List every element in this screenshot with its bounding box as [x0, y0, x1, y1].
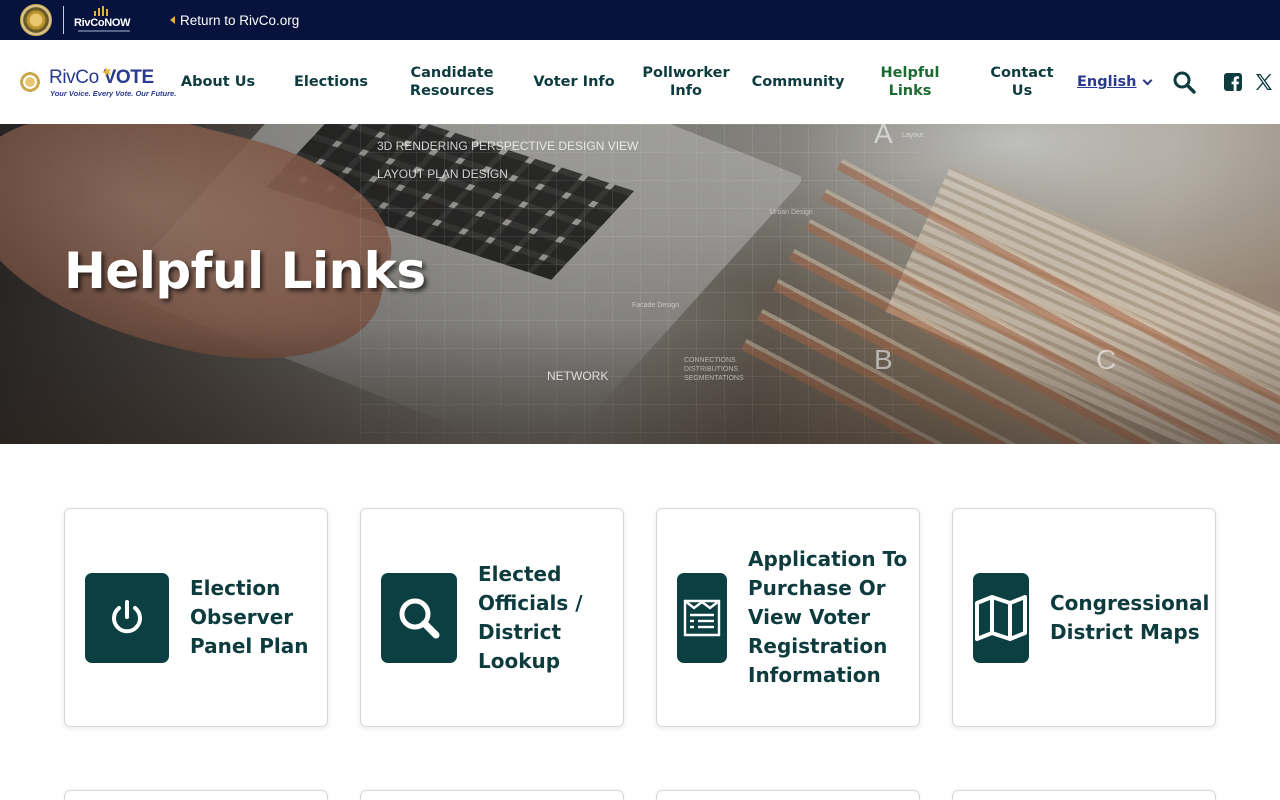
- hero-bottom-shade: [0, 324, 1280, 444]
- x-twitter-icon[interactable]: [1255, 73, 1273, 91]
- search-icon: [399, 598, 440, 639]
- rivconow-logo[interactable]: RivCoNOW: [74, 6, 132, 34]
- vote-seal-icon: [18, 70, 42, 94]
- rivco-vote-logo[interactable]: RivCo VOTE ★ Your Voice. Every Vote. Our…: [18, 62, 177, 100]
- card-icon-box: [677, 573, 727, 663]
- nav-elections[interactable]: Elections: [288, 40, 374, 124]
- facebook-icon[interactable]: [1224, 73, 1242, 91]
- card-row2-4[interactable]: [952, 790, 1216, 800]
- language-label: English: [1077, 74, 1137, 90]
- return-to-rivco-link[interactable]: Return to RivCo.org: [170, 11, 299, 29]
- hero-overlay-distributions: DISTRIBUTIONS: [684, 366, 739, 373]
- card-label: Application To Purchase Or View Voter Re…: [748, 547, 908, 687]
- card-icon-box: [973, 573, 1029, 663]
- hero-overlay-letter-b: B: [874, 344, 893, 375]
- hero-banner: 3D RENDERING PERSPECTIVE DESIGN VIEW LAY…: [0, 124, 1280, 444]
- card-row2-2[interactable]: [360, 790, 624, 800]
- county-seal-logo[interactable]: [20, 4, 52, 36]
- top-utility-bar: RivCoNOW Return to RivCo.org: [0, 0, 1280, 40]
- return-link-label: Return to RivCo.org: [180, 12, 300, 28]
- nav-pollworker-info[interactable]: Pollworker Info: [638, 40, 734, 124]
- caret-left-icon: [170, 16, 175, 24]
- nav-voter-info[interactable]: Voter Info: [530, 40, 618, 124]
- hero-overlay-network: NETWORK: [547, 369, 609, 383]
- rivconow-logo-underline: [78, 30, 130, 32]
- topbar-divider: [63, 6, 64, 34]
- nav-about-us[interactable]: About Us: [176, 40, 260, 124]
- hero-overlay-letter-a: A: [874, 124, 893, 149]
- card-label: Congressional District Maps: [1050, 591, 1210, 644]
- map-icon: [975, 595, 1027, 641]
- brand-rivco: RivCo: [49, 67, 99, 88]
- card-row2-1[interactable]: [64, 790, 328, 800]
- nav-contact-us[interactable]: Contact Us: [984, 40, 1060, 124]
- power-icon: [112, 600, 142, 634]
- page-title: Helpful Links: [64, 242, 426, 300]
- search-icon[interactable]: [1172, 70, 1196, 94]
- hero-overlay-layout-plan: LAYOUT PLAN DESIGN: [377, 167, 508, 181]
- receipt-icon: [683, 599, 721, 637]
- nav-helpful-links[interactable]: Helpful Links: [872, 40, 948, 124]
- hero-overlay-facade-design: Facade Design: [632, 302, 680, 309]
- brand-tagline: Your Voice. Every Vote. Our Future.: [50, 89, 177, 98]
- hero-overlay-layout: Layout: [902, 132, 924, 139]
- hero-overlay-urban-design: Urban Design: [770, 209, 813, 216]
- rivconow-bars-icon: [94, 6, 110, 16]
- card-elected-officials-lookup[interactable]: Elected Officials / District Lookup: [360, 508, 624, 727]
- card-label: Elected Officials / District Lookup: [478, 562, 583, 673]
- card-congressional-district-maps[interactable]: Congressional District Maps: [952, 508, 1216, 727]
- hero-overlay-design-view: 3D RENDERING PERSPECTIVE DESIGN VIEW: [377, 139, 639, 153]
- card-icon-box: [381, 573, 457, 663]
- card-icon-box: [85, 573, 169, 663]
- hero-overlay-connections: CONNECTIONS: [684, 357, 736, 364]
- card-election-observer-panel-plan[interactable]: Election Observer Panel Plan: [64, 508, 328, 727]
- card-voter-registration-information[interactable]: Application To Purchase Or View Voter Re…: [656, 508, 920, 727]
- nav-community[interactable]: Community: [748, 40, 848, 124]
- chevron-down-icon: [1142, 75, 1152, 85]
- nav-candidate-resources[interactable]: Candidate Resources: [398, 40, 506, 124]
- language-selector[interactable]: English: [1077, 40, 1152, 124]
- hero-overlay-segmentations: SEGMENTATIONS: [684, 375, 744, 382]
- card-row2-3[interactable]: [656, 790, 920, 800]
- hero-overlay-letter-c: C: [1096, 344, 1117, 375]
- card-label: Election Observer Panel Plan: [190, 576, 309, 658]
- rivconow-logo-text: RivCoNOW: [74, 17, 131, 29]
- main-navigation: RivCo VOTE ★ Your Voice. Every Vote. Our…: [0, 40, 1280, 124]
